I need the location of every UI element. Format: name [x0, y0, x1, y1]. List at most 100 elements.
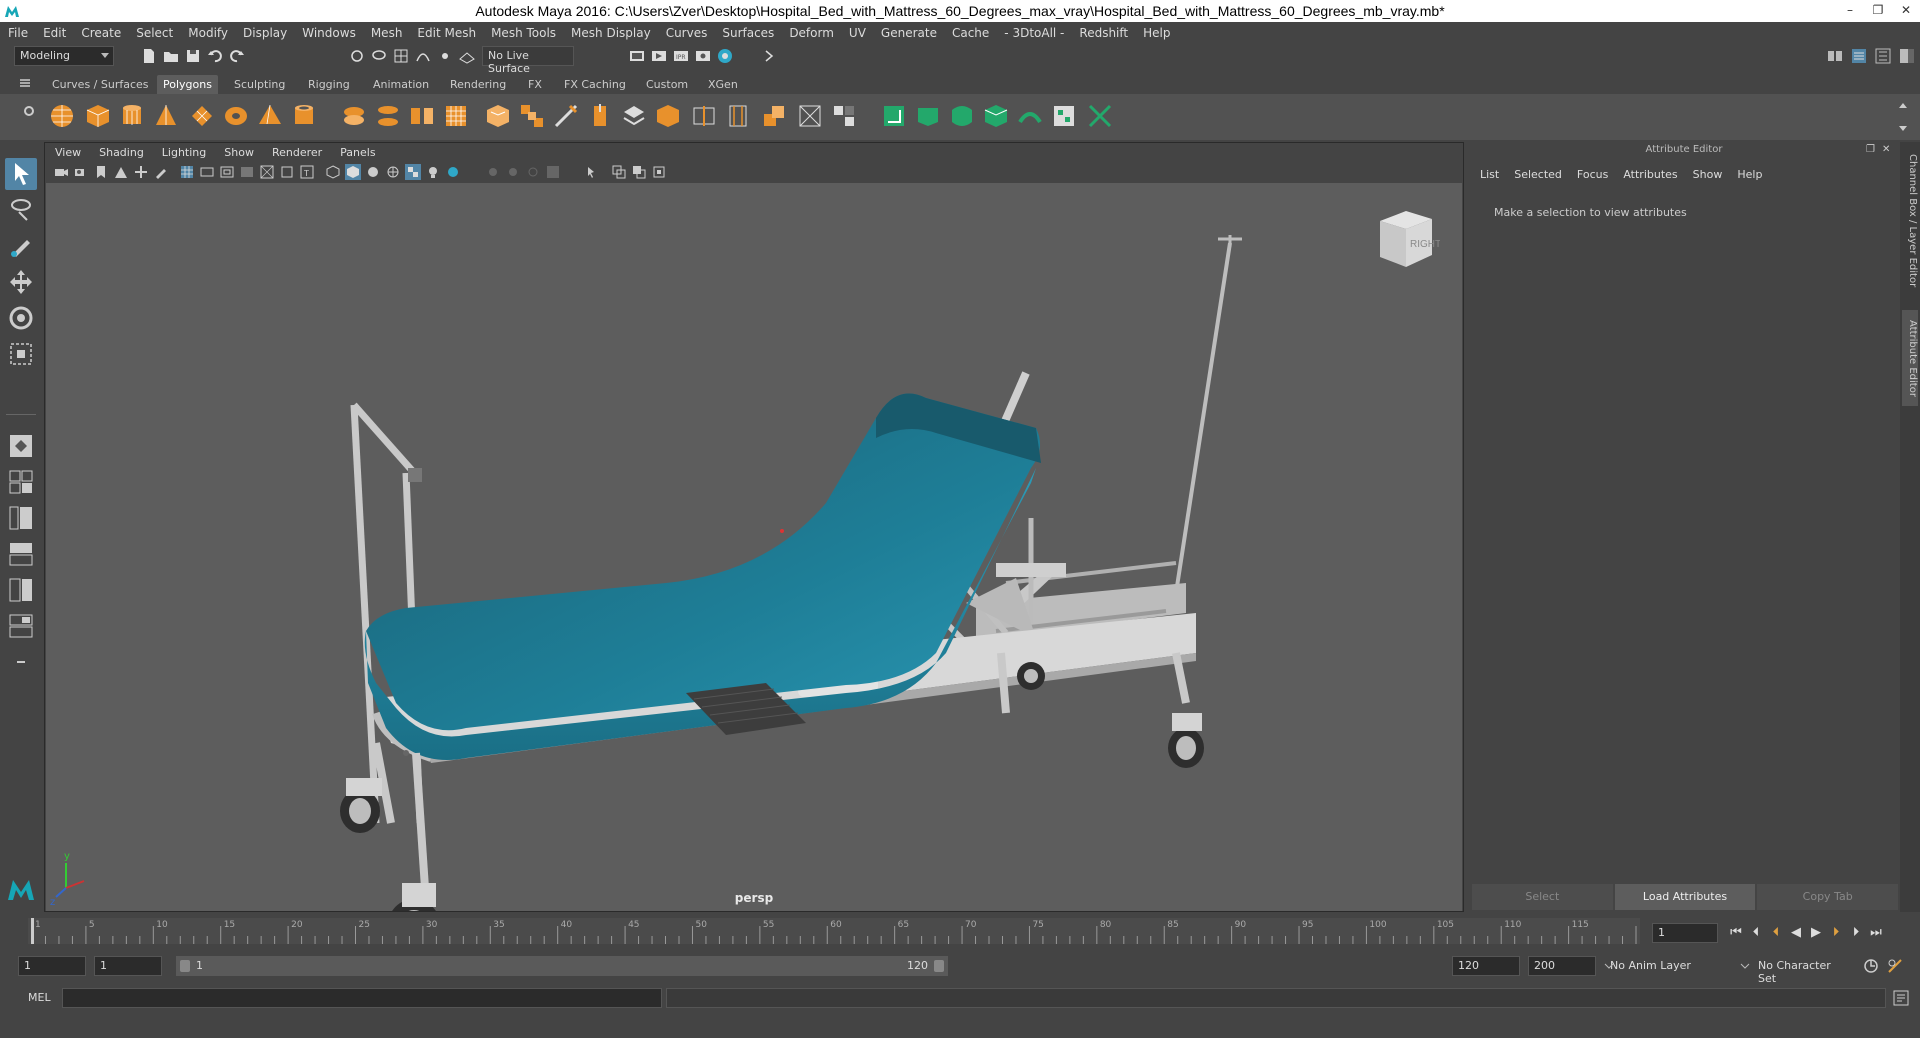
range-slider[interactable]: 1 120: [176, 956, 948, 976]
hypershade-icon[interactable]: [716, 47, 734, 65]
channel-box-layer-editor-tab[interactable]: Channel Box / Layer Editor: [1902, 152, 1918, 290]
append-polygon-icon[interactable]: [620, 102, 648, 130]
animation-preferences-icon[interactable]: [1886, 957, 1904, 975]
current-frame-field[interactable]: 1: [1652, 923, 1718, 943]
menu-mesh[interactable]: Mesh: [371, 26, 403, 40]
safe-action-icon[interactable]: [279, 164, 295, 180]
multi-cut-icon[interactable]: [552, 102, 580, 130]
fill-hole-icon[interactable]: [654, 102, 682, 130]
two-d-pan-icon[interactable]: [133, 164, 149, 180]
menu-surfaces[interactable]: Surfaces: [722, 26, 774, 40]
close-panel-icon[interactable]: ✕: [1882, 144, 1894, 156]
offset-edge-loop-icon[interactable]: [724, 102, 752, 130]
tab-fx-caching[interactable]: FX Caching: [558, 75, 632, 94]
isolate-select-icon[interactable]: [585, 164, 601, 180]
bevel-icon[interactable]: [484, 102, 512, 130]
resolution-gate-icon[interactable]: [219, 164, 235, 180]
save-scene-icon[interactable]: [184, 47, 202, 65]
menu-deform[interactable]: Deform: [789, 26, 834, 40]
menu-cache[interactable]: Cache: [952, 26, 989, 40]
menu-mesh-display[interactable]: Mesh Display: [571, 26, 651, 40]
live-surface-field[interactable]: No Live Surface: [482, 46, 574, 75]
go-to-start-icon[interactable]: ⏮: [1726, 922, 1746, 944]
select-by-hierarchy-icon[interactable]: [348, 47, 366, 65]
snap-grid-icon[interactable]: [392, 47, 410, 65]
snap-plane-icon[interactable]: [458, 47, 476, 65]
menu-set-dropdown[interactable]: Modeling: [14, 46, 114, 66]
layout-options-icon[interactable]: [5, 646, 37, 678]
bridge-icon[interactable]: [518, 102, 546, 130]
ae-menu-focus[interactable]: Focus: [1577, 168, 1608, 181]
scale-tool[interactable]: [5, 338, 37, 370]
menu-mesh-tools[interactable]: Mesh Tools: [491, 26, 556, 40]
menu-file[interactable]: File: [8, 26, 28, 40]
menu-select[interactable]: Select: [136, 26, 173, 40]
move-tool[interactable]: [5, 266, 37, 298]
film-gate-icon[interactable]: [199, 164, 215, 180]
select-tool[interactable]: [5, 158, 37, 190]
tab-sculpting[interactable]: Sculpting: [228, 75, 291, 94]
wireframe-on-shaded-icon[interactable]: [385, 164, 401, 180]
float-panel-icon[interactable]: ❐: [1866, 144, 1878, 156]
four-view-layout-icon[interactable]: [5, 466, 37, 498]
minimize-button[interactable]: –: [1836, 0, 1864, 22]
load-attributes-button[interactable]: Load Attributes: [1614, 884, 1756, 910]
new-scene-icon[interactable]: [140, 47, 158, 65]
tool-settings-icon[interactable]: [1874, 47, 1892, 65]
shelf-settings-icon[interactable]: [20, 102, 38, 120]
tab-curves-surfaces[interactable]: Curves / Surfaces: [46, 75, 155, 94]
ae-menu-show[interactable]: Show: [1693, 168, 1723, 181]
close-button[interactable]: ✕: [1892, 0, 1920, 22]
step-forward-frame-icon[interactable]: ⏵: [1846, 922, 1866, 944]
grease-pencil-icon[interactable]: [153, 164, 169, 180]
uv-spherical-icon[interactable]: [948, 102, 976, 130]
playback-start-field[interactable]: 1: [94, 956, 162, 976]
poly-cylinder-icon[interactable]: [118, 102, 146, 130]
tab-fx[interactable]: FX: [522, 75, 548, 94]
command-input[interactable]: [62, 988, 662, 1008]
script-language-toggle[interactable]: MEL: [28, 991, 51, 1004]
attribute-editor-toggle-icon[interactable]: [1850, 47, 1868, 65]
go-to-end-icon[interactable]: ⏭: [1866, 922, 1886, 944]
step-back-frame-icon[interactable]: ⏴: [1746, 922, 1766, 944]
menu-windows[interactable]: Windows: [302, 26, 356, 40]
modeling-toolkit-icon[interactable]: [1826, 47, 1844, 65]
motion-blur-icon[interactable]: [505, 164, 521, 180]
persp-outliner-layout-icon[interactable]: [5, 502, 37, 534]
poly-cone-icon[interactable]: [152, 102, 180, 130]
panel-menu-show[interactable]: Show: [224, 146, 254, 159]
hospital-bed-model[interactable]: [340, 235, 1242, 911]
xray-components-icon[interactable]: [651, 164, 667, 180]
use-default-material-icon[interactable]: [365, 164, 381, 180]
gate-mask-icon[interactable]: [239, 164, 255, 180]
persp-uv-layout-icon[interactable]: [5, 610, 37, 642]
use-all-lights-icon[interactable]: [425, 164, 441, 180]
script-editor-icon[interactable]: [1892, 989, 1910, 1007]
undo-icon[interactable]: [206, 47, 224, 65]
toggle-panel-icon[interactable]: [760, 47, 778, 65]
restore-button[interactable]: ❐: [1864, 0, 1892, 22]
menu-3dtoall[interactable]: - 3DtoAll -: [1004, 26, 1064, 40]
ambient-occlusion-icon[interactable]: [485, 164, 501, 180]
poly-cube-icon[interactable]: [84, 102, 112, 130]
depth-of-field-icon[interactable]: [545, 164, 561, 180]
field-chart-icon[interactable]: [259, 164, 275, 180]
open-scene-icon[interactable]: [162, 47, 180, 65]
view-cube[interactable]: RIGHT: [1370, 203, 1441, 273]
panel-menu-panels[interactable]: Panels: [340, 146, 375, 159]
shelf-menu-icon[interactable]: [18, 76, 32, 90]
step-back-key-icon[interactable]: ⏴: [1766, 922, 1786, 944]
poly-pipe-icon[interactable]: [290, 102, 318, 130]
menu-edit-mesh[interactable]: Edit Mesh: [417, 26, 476, 40]
playback-end-field[interactable]: 120: [1452, 956, 1520, 976]
lasso-tool[interactable]: [5, 194, 37, 226]
extrude-icon[interactable]: [586, 102, 614, 130]
lasso-icon[interactable]: [370, 47, 388, 65]
xray-joints-icon[interactable]: [631, 164, 647, 180]
target-weld-icon[interactable]: [760, 102, 788, 130]
uv-layout-icon[interactable]: [1050, 102, 1078, 130]
tab-custom[interactable]: Custom: [640, 75, 694, 94]
uv-planar-icon[interactable]: [880, 102, 908, 130]
menu-curves[interactable]: Curves: [666, 26, 708, 40]
menu-help[interactable]: Help: [1143, 26, 1170, 40]
